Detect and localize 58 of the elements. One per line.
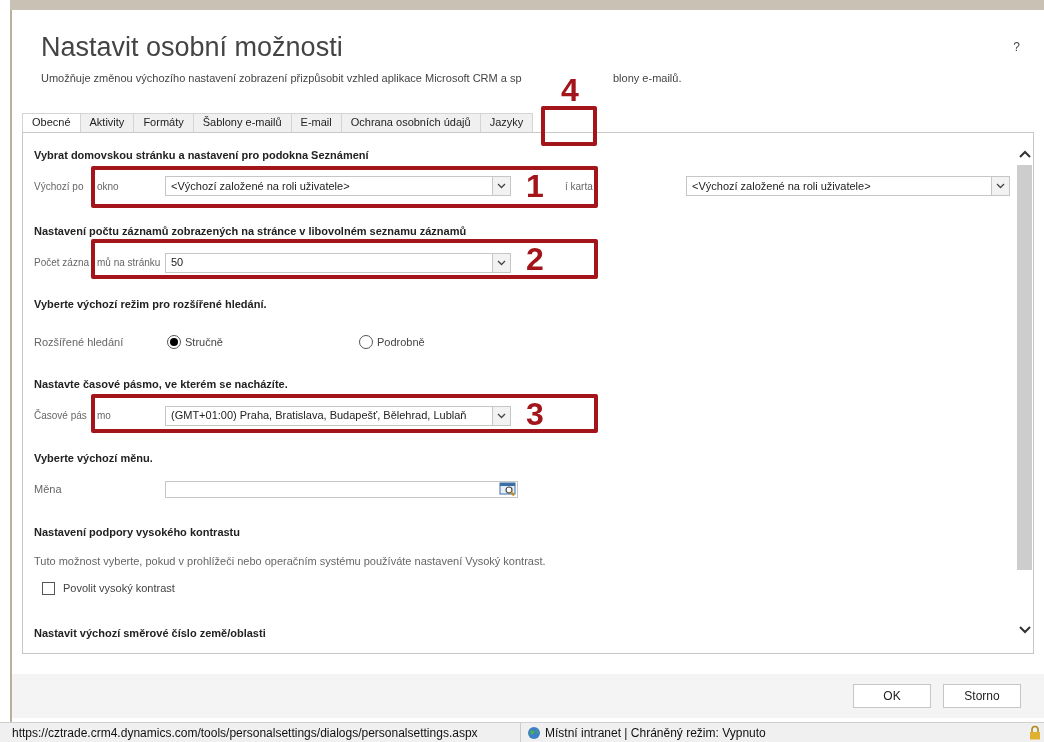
tab[interactable]: E-mail [290,112,342,133]
status-zone: Místní intranet | Chráněný režim: Vypnuto [545,724,766,742]
section-heading: Vyberte výchozí režim pro rozšířené hledání. [34,296,268,312]
section-heading: Vyberte výchozí měnu. [34,450,154,466]
tab[interactable]: Šablony e-mailů [192,112,292,133]
section-heading: Nastavit výchozí směrové číslo země/oblasti [34,625,267,641]
help-link[interactable]: ? [1013,38,1020,56]
tab[interactable]: Aktivity [79,112,135,133]
dropdown-field[interactable]: 50 [165,252,511,273]
section-heading: Nastavení podpory vysokého kontrastu [34,525,241,540]
annotation-number: 4 [561,71,579,110]
dropdown-field[interactable]: <Výchozí založené na roli uživatele> [686,176,1010,196]
tab[interactable]: Jazyky [479,112,534,133]
scrollbar-thumb[interactable] [1017,164,1032,570]
radio-label: Stručně [185,334,223,350]
dialog-button[interactable]: Storno [943,683,1021,708]
dialog-title: Nastavit osobní možnosti [41,31,344,64]
chevron-down-icon [996,183,1005,189]
field-label: okno [97,179,119,194]
tab[interactable]: Ochrana osobních údajů [340,112,481,133]
chevron-down-icon [497,412,506,419]
annotation-number: 1 [526,167,544,206]
dialog-button[interactable]: OK [853,683,931,708]
lock-icon [1029,725,1041,740]
annotation-frame [541,106,597,146]
radio-button[interactable] [167,335,181,349]
chevron-down-icon [497,259,506,266]
dialog-description: blony e-mailů. [613,71,682,86]
field-label: í karta [565,179,593,194]
radio-label: Podrobně [377,334,425,350]
lookup-field[interactable] [165,480,518,498]
field-label: Časové pás [34,408,87,423]
section-heading: Nastavení počtu záznamů zobrazených na stránce v libovolném seznamu záznamů [34,224,468,239]
scroll-down-icon[interactable] [1018,624,1031,635]
status-url: https://cztrade.crm4.dynamics.com/tools/personalsettings/dialogs/personalsettings.aspx [12,724,479,742]
dropdown-field[interactable]: <Výchozí založené na roli uživatele> [165,176,511,196]
field-label: Počet zázna [34,256,90,270]
scroll-up-icon[interactable] [1018,148,1031,159]
dropdown-field[interactable]: (GMT+01:00) Praha, Bratislava, Budapešť, Bělehrad, Lublaň [165,405,511,426]
help-text: Tuto možnost vyberte, pokud v prohlížeči nebo operačním systému používáte nastavení Vysoký kontrast. [34,553,547,569]
checkbox[interactable] [42,582,55,595]
field-label: Měna [34,481,63,497]
field-label: Rozšířené hledání [34,334,125,350]
section-heading: Nastavte časové pásmo, ve kterém se nacházíte. [34,377,289,392]
lookup-search-icon[interactable] [499,481,517,497]
globe-icon [527,725,541,740]
checkbox-label: Povolit vysoký kontrast [63,581,175,597]
tab[interactable]: Obecné [22,112,81,133]
section-heading: Vybrat domovskou stránku a nastavení pro podokna Seznámení [34,147,370,163]
annotation-number: 3 [526,395,544,434]
annotation-number: 2 [526,240,544,279]
tab[interactable]: Formáty [133,112,194,133]
radio-button[interactable] [359,335,373,349]
field-label: Výchozí po [34,179,84,194]
dialog-description: Umožňuje změnou výchozího nastavení zobrazení přizpůsobit vzhled aplikace Microsoft CRM a sp [41,71,522,86]
chevron-down-icon [497,183,506,189]
field-label: mo [97,409,111,423]
field-label: mů na stránku [97,256,161,270]
